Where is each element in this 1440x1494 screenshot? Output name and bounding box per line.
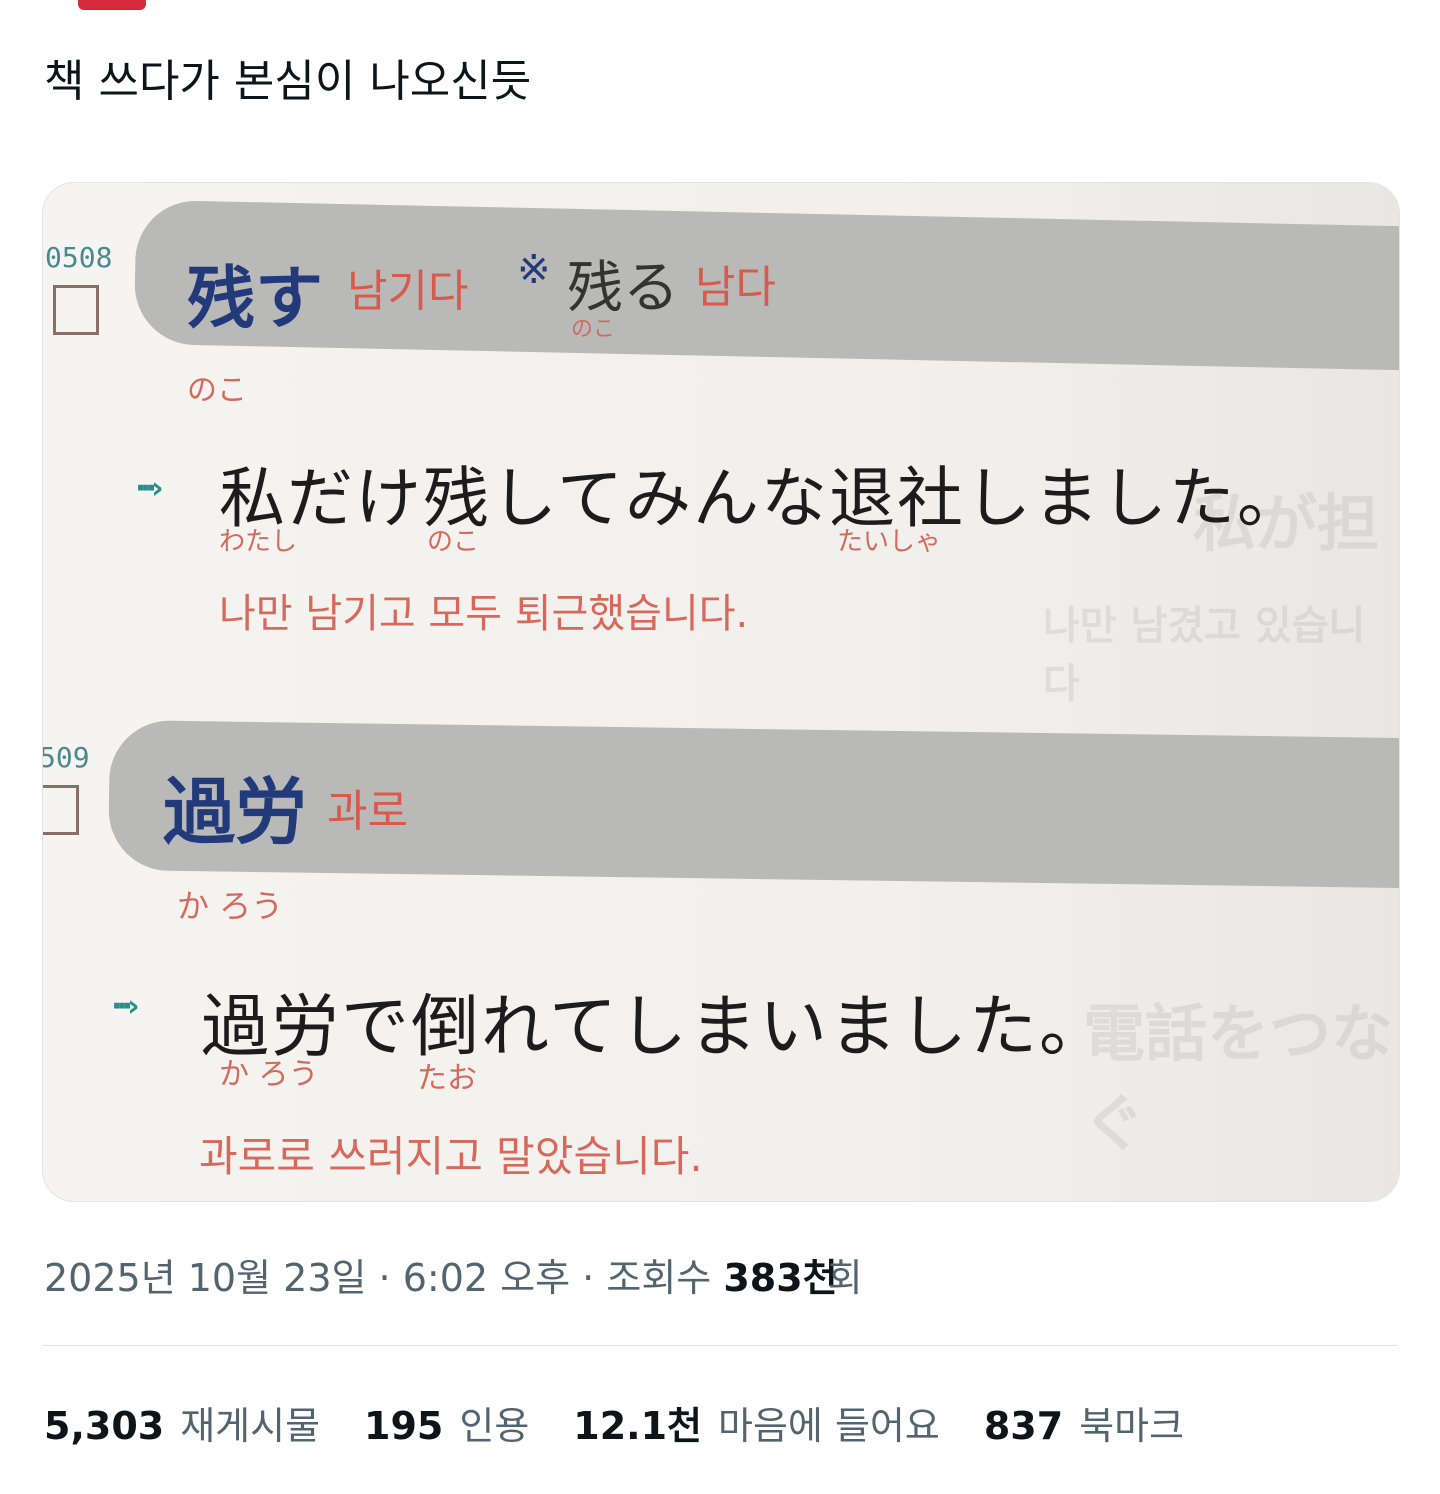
views-label: 조회수	[606, 1256, 712, 1300]
bookmarks-count: 837	[983, 1404, 1064, 1448]
avatar[interactable]	[78, 0, 146, 10]
entry-checkbox[interactable]	[43, 785, 79, 835]
tweet-time[interactable]: 6:02 오후	[403, 1256, 570, 1300]
views-suffix: 회	[827, 1256, 863, 1300]
bookmarks-label: 북마크	[1079, 1404, 1185, 1448]
example-sentence: 私だけ残してみんな退社しました。	[219, 460, 1306, 537]
bookmarks-stat[interactable]: 837 북마크	[984, 1400, 1184, 1452]
meta-separator: ·	[582, 1256, 595, 1300]
reference-ruby: のこ	[571, 317, 616, 342]
headword-ruby: のこ	[187, 373, 247, 408]
headword-meaning: 남기다	[347, 266, 469, 317]
headword-meaning: 과로	[327, 786, 408, 837]
entry-number: 0508	[45, 241, 113, 274]
headword-ruby: か ろう	[177, 887, 284, 925]
sentence-ruby: たいしゃ	[837, 527, 942, 557]
tweet-image[interactable]: 私が担 나만 남겼고 있습니다 電話をつなぐ 0508 残す 남기다 ※ 残る …	[42, 182, 1400, 1202]
likes-stat[interactable]: 12.1천 마음에 들어요	[573, 1400, 940, 1452]
tweet-text: 책 쓰다가 본심이 나오신듯	[44, 56, 532, 107]
reference-mark: ※	[517, 247, 551, 293]
bleed-through-text: 나만 남겼고 있습니다	[1043, 603, 1366, 707]
arrow-icon: ···›	[111, 989, 139, 1024]
sentence-ruby: わたし	[219, 527, 298, 557]
headword: 残す	[187, 259, 324, 339]
example-sentence: 過労で倒れてしまいました。	[201, 988, 1109, 1067]
reposts-count: 5,303	[44, 1404, 165, 1448]
arrow-icon: ···›	[135, 471, 163, 506]
example-translation: 과로로 쓰러지고 말았습니다.	[199, 1132, 703, 1181]
divider	[42, 1345, 1398, 1346]
reposts-label: 재게시물	[180, 1404, 321, 1448]
views-count: 383천	[723, 1256, 838, 1300]
headword: 過労	[163, 769, 308, 854]
reference-meaning: 남다	[695, 262, 776, 313]
quotes-label: 인용	[459, 1404, 530, 1448]
tweet-meta: 2025년 10월 23일 · 6:02 오후 · 조회수 383천회	[44, 1252, 863, 1304]
bleed-through-text: 電話をつなぐ	[1083, 997, 1394, 1160]
quotes-stat[interactable]: 195 인용	[364, 1400, 529, 1452]
meta-separator: ·	[378, 1256, 391, 1300]
likes-label: 마음에 들어요	[718, 1404, 940, 1448]
reposts-stat[interactable]: 5,303 재게시물	[44, 1400, 320, 1452]
entry-number: 509	[42, 741, 90, 774]
engagement-stats: 5,303 재게시물 195 인용 12.1천 마음에 들어요 837 북마크	[44, 1400, 1184, 1452]
sentence-ruby: か ろう	[219, 1057, 319, 1092]
entry-checkbox[interactable]	[53, 285, 99, 335]
likes-count: 12.1천	[573, 1404, 703, 1448]
sentence-ruby: のこ	[427, 527, 480, 557]
quotes-count: 195	[364, 1404, 444, 1448]
sentence-ruby: たお	[417, 1061, 477, 1096]
example-translation: 나만 남기고 모두 퇴근했습니다.	[219, 591, 749, 637]
tweet-date: 2025년 10월 23일	[44, 1256, 367, 1300]
